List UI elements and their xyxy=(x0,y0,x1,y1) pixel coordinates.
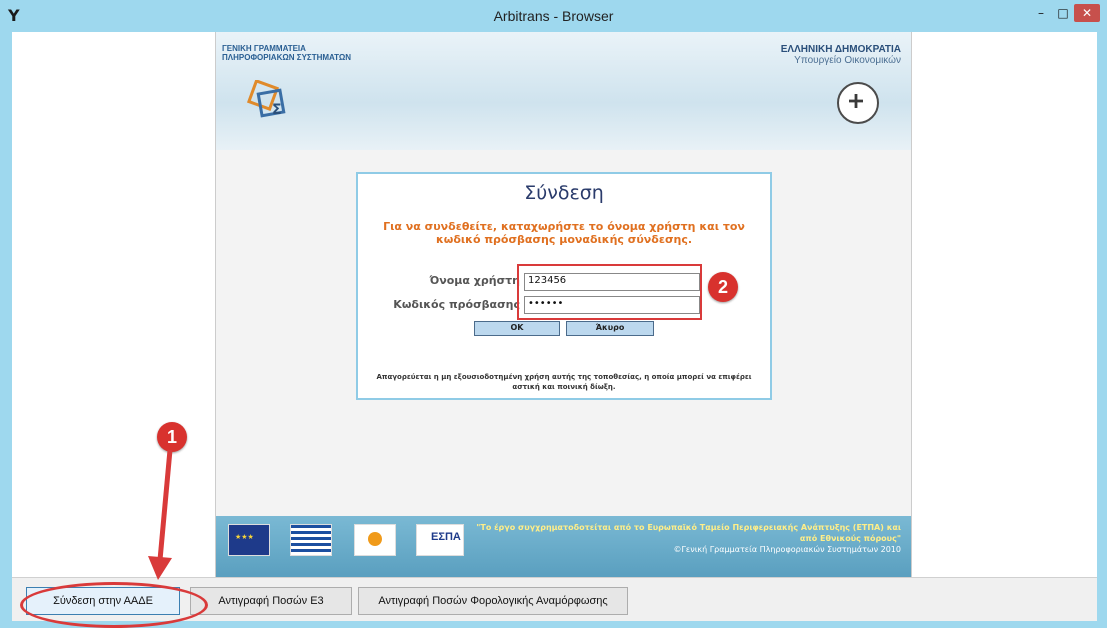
greek-flag-icon xyxy=(290,524,332,556)
funding-note: "Το έργο συγχρηματοδοτείται από το Ευρωπ… xyxy=(461,522,901,555)
funding-text: "Το έργο συγχρηματοδοτείται από το Ευρωπ… xyxy=(476,523,901,543)
copy-tax-adjustment-button[interactable]: Αντιγραφή Ποσών Φορολογικής Αναμόρφωσης xyxy=(358,587,628,615)
minimize-button[interactable]: – xyxy=(1030,4,1052,22)
login-instruction: Για να συνδεθείτε, καταχωρήστε το όνομα … xyxy=(383,220,745,246)
cancel-button[interactable]: Άκυρο xyxy=(566,321,654,336)
greek-emblem-icon xyxy=(837,82,879,124)
espa-label: ΕΣΠΑ xyxy=(431,531,461,543)
government-name: ΕΛΛΗΝΙΚΗ ΔΗΜΟΚΡΑΤΙΑ Υπουργείο Οικονομικώ… xyxy=(781,44,901,66)
espa-logo-icon: ΕΣΠΑ xyxy=(416,524,464,556)
copy-e3-amounts-button[interactable]: Αντιγραφή Ποσών Ε3 xyxy=(190,587,352,615)
close-button[interactable]: ✕ xyxy=(1074,4,1100,22)
credentials-highlight-box xyxy=(517,264,702,320)
org-right-line2: Υπουργείο Οικονομικών xyxy=(794,55,901,66)
info-society-logo-icon xyxy=(354,524,396,556)
step-1-badge: 1 xyxy=(157,422,187,452)
page-footer: ΕΣΠΑ "Το έργο συγχρηματοδοτείται από το … xyxy=(216,516,911,577)
window-title: Arbitrans - Browser xyxy=(493,8,614,24)
title-bar[interactable]: Y Arbitrans - Browser – □ ✕ xyxy=(0,0,1107,32)
maximize-button[interactable]: □ xyxy=(1052,4,1074,22)
login-title: Σύνδεση xyxy=(524,182,604,204)
org-left-line1: ΓΕΝΙΚΗ ΓΡΑΜΜΑΤΕΙΑ xyxy=(222,44,306,53)
page-header: ΓΕΝΙΚΗ ΓΡΑΜΜΑΤΕΙΑ ΠΛΗΡΟΦΟΡΙΑΚΩΝ ΣΥΣΤΗΜΑΤ… xyxy=(216,32,911,150)
copyright-text: ©Γενική Γραμματεία Πληροφοριακών Συστημά… xyxy=(673,545,901,554)
gsis-org-name: ΓΕΝΙΚΗ ΓΡΑΜΜΑΤΕΙΑ ΠΛΗΡΟΦΟΡΙΑΚΩΝ ΣΥΣΤΗΜΑΤ… xyxy=(222,44,351,62)
connect-button-highlight-ellipse xyxy=(20,582,208,628)
eu-flag-icon xyxy=(228,524,270,556)
svg-text:Σ: Σ xyxy=(272,102,282,118)
step-2-badge: 2 xyxy=(708,272,738,302)
ok-button[interactable]: OK xyxy=(474,321,560,336)
username-label: Όνομα χρήστη xyxy=(429,274,520,287)
org-right-line1: ΕΛΛΗΝΙΚΗ ΔΗΜΟΚΡΑΤΙΑ xyxy=(780,44,901,55)
org-left-line2: ΠΛΗΡΟΦΟΡΙΑΚΩΝ ΣΥΣΤΗΜΑΤΩΝ xyxy=(222,53,352,62)
unauthorized-use-warning: Απαγορεύεται η μη εξουσιοδοτημένη χρήση … xyxy=(376,373,752,391)
gsis-logo-icon: Σ xyxy=(246,80,286,118)
app-window: Y Arbitrans - Browser – □ ✕ ΓΕΝΙΚΗ ΓΡΑΜΜ… xyxy=(0,0,1107,628)
password-label: Κωδικός πρόσβασης xyxy=(393,298,520,311)
